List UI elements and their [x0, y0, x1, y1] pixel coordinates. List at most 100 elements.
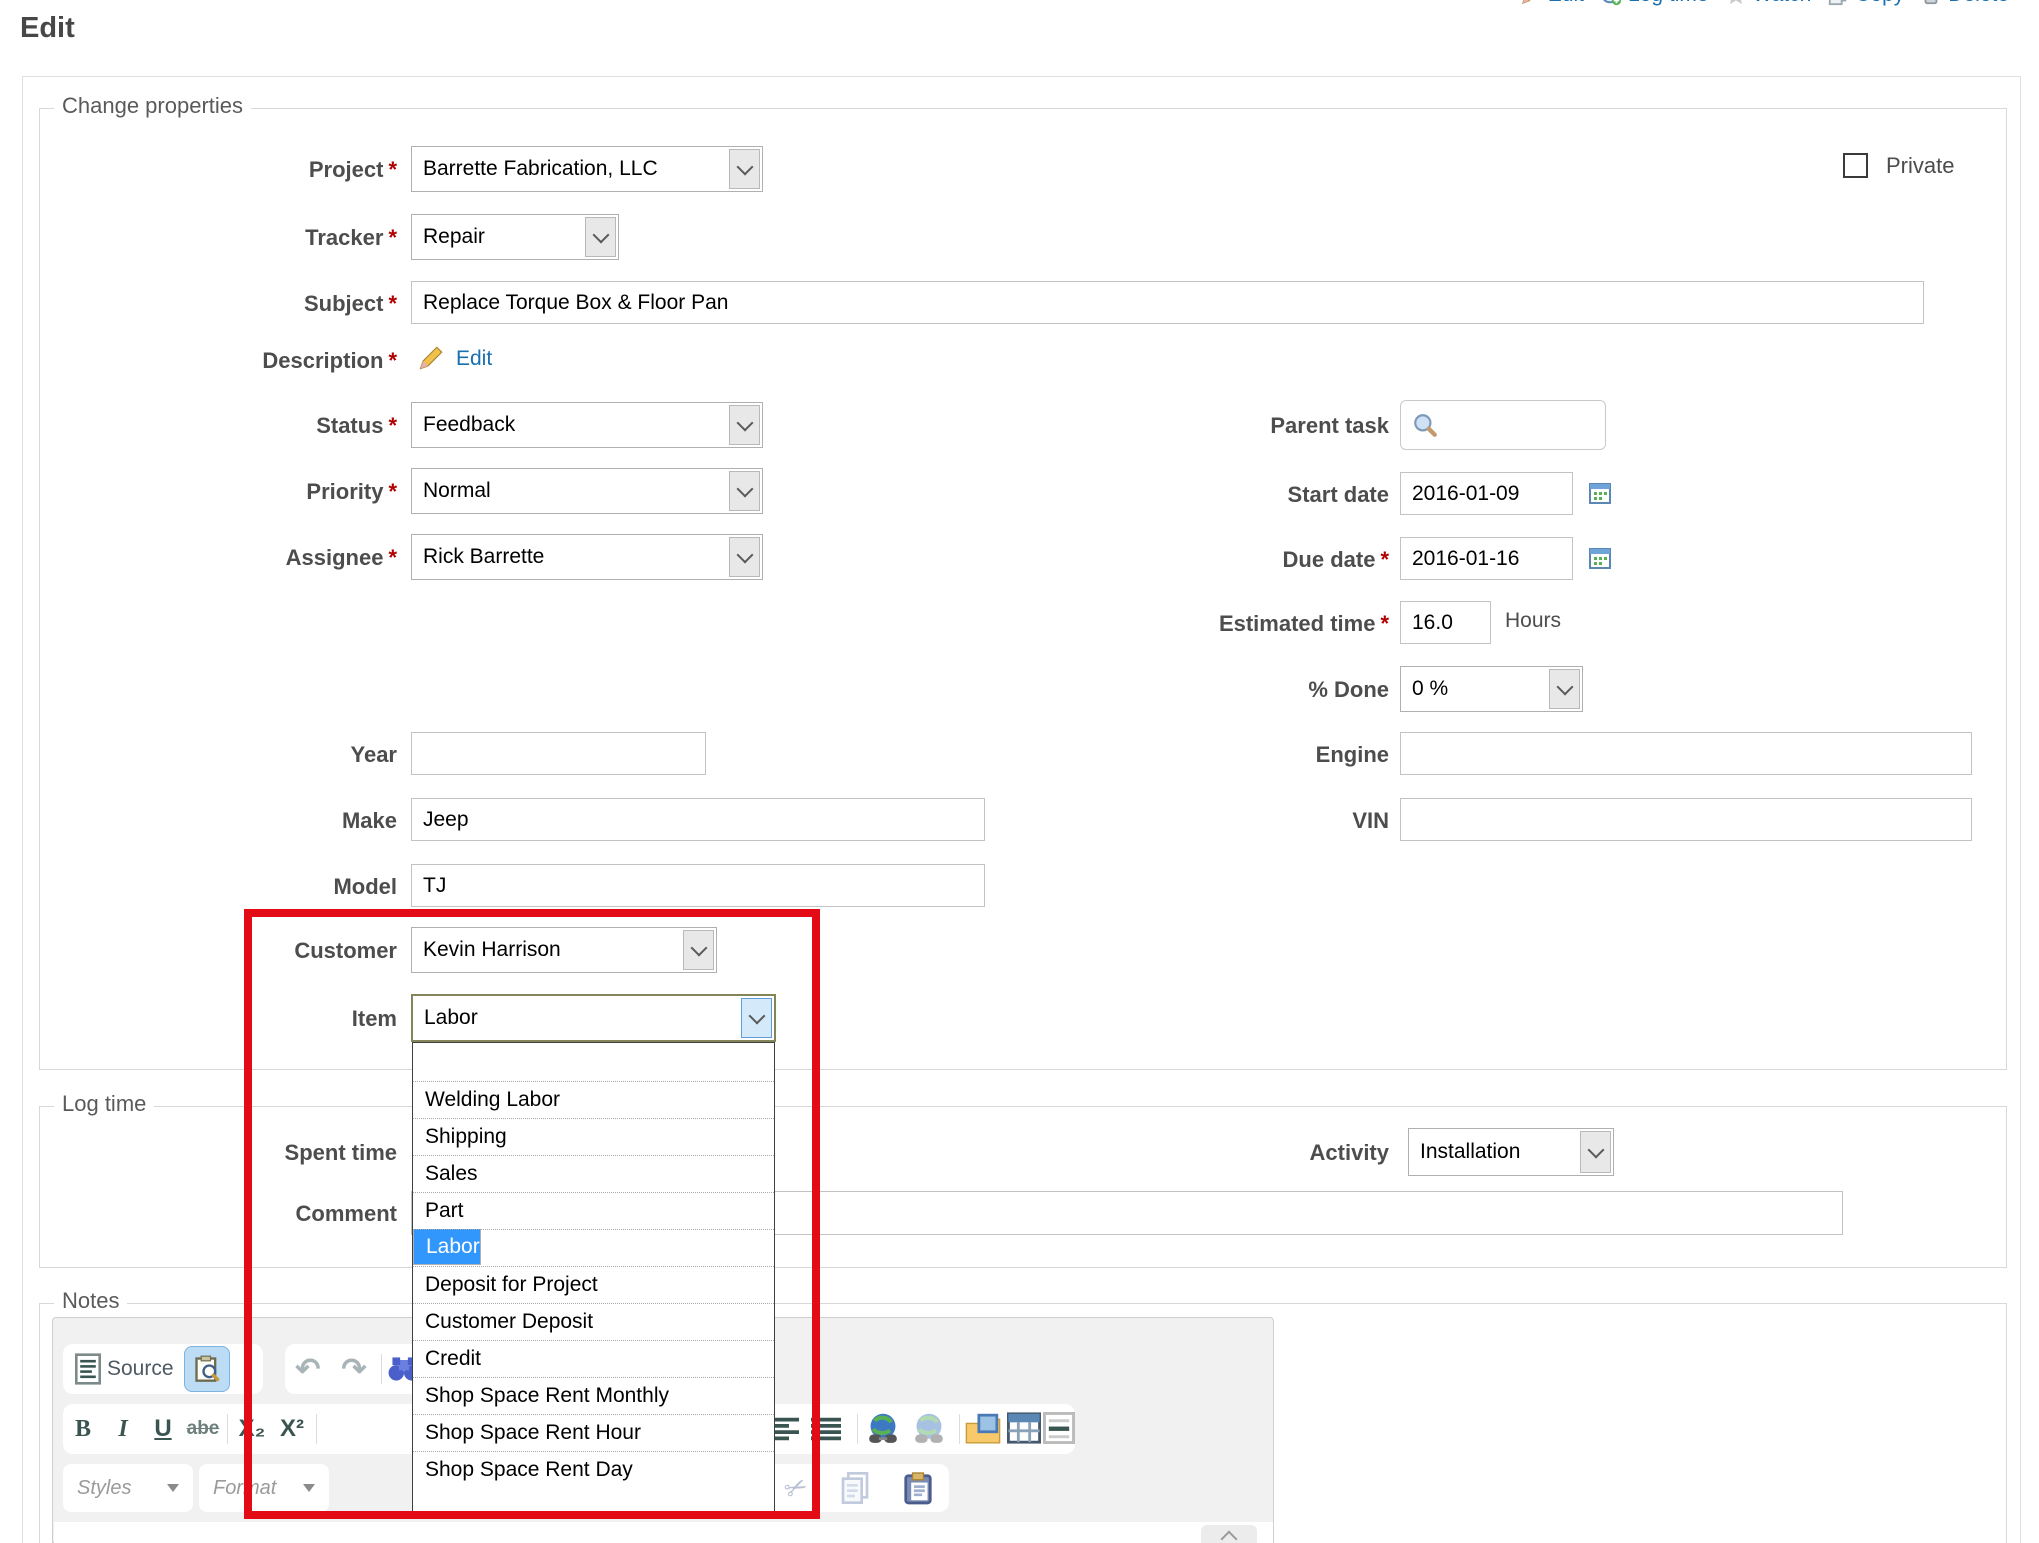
chevron-down-icon [1580, 1131, 1611, 1173]
justify-icon[interactable] [811, 1416, 841, 1442]
watch-link[interactable]: Watch [1725, 0, 1812, 7]
copy-link[interactable]: Copy [1827, 0, 1904, 7]
vin-input[interactable] [1400, 798, 1972, 841]
item-select-value: Labor [424, 1006, 478, 1030]
search-icon [1412, 412, 1438, 438]
assignee-label: Assignee* [17, 542, 397, 574]
item-dropdown-option[interactable]: Sales [413, 1155, 774, 1192]
due-date-input[interactable]: 2016-01-16 [1400, 537, 1573, 580]
copy-doc-icon[interactable] [840, 1472, 870, 1504]
superscript-button[interactable]: X² [272, 1409, 312, 1449]
percent-done-label: % Done [989, 674, 1389, 706]
toolbar-collapse-button[interactable] [1201, 1525, 1257, 1543]
underline-button[interactable]: U [143, 1409, 183, 1449]
percent-done-select[interactable]: 0 % [1400, 666, 1583, 712]
chevron-down-icon [683, 930, 714, 970]
private-label: Private [1886, 150, 2039, 182]
redo-button[interactable]: ↷ [331, 1352, 377, 1387]
source-button[interactable]: Source [107, 1357, 174, 1381]
link-icon[interactable] [865, 1412, 901, 1446]
toolbar-separator [227, 1414, 228, 1444]
edit-link[interactable]: Edit [1520, 0, 1584, 7]
estimated-time-input[interactable]: 16.0 [1400, 601, 1491, 644]
toolbar-separator [959, 1414, 960, 1444]
estimated-time-value: 16.0 [1412, 611, 1453, 635]
model-input-value: TJ [423, 874, 446, 898]
cut-button[interactable]: ✂ [780, 1469, 814, 1507]
format-dropdown[interactable]: Format [199, 1464, 329, 1512]
description-label: Description* [17, 345, 397, 377]
item-dropdown-option[interactable]: Welding Labor [413, 1081, 774, 1118]
tracker-label: Tracker* [17, 222, 397, 254]
item-dropdown-option[interactable]: Shop Space Rent Hour [413, 1414, 774, 1451]
toolbar-separator [381, 1354, 382, 1384]
status-label: Status* [17, 410, 397, 442]
item-dropdown-option[interactable]: Customer Deposit [413, 1303, 774, 1340]
project-label: Project* [17, 154, 397, 186]
customer-label: Customer [17, 935, 397, 967]
item-select[interactable]: Labor [411, 994, 776, 1042]
item-dropdown-option[interactable]: Labor [413, 1229, 481, 1265]
item-dropdown-option[interactable]: Part [413, 1192, 774, 1229]
strikethrough-button[interactable]: abe [183, 1409, 223, 1449]
item-dropdown-option[interactable]: Shop Space Rent Monthly [413, 1377, 774, 1414]
item-dropdown-option[interactable]: Shop Space Rent Day [413, 1451, 774, 1488]
due-date-value: 2016-01-16 [1412, 547, 1519, 571]
assignee-select[interactable]: Rick Barrette [411, 534, 763, 580]
project-select[interactable]: Barrette Fabrication, LLC [411, 146, 763, 192]
log-time-link[interactable]: Log time [1600, 0, 1709, 7]
undo-button[interactable]: ↶ [285, 1352, 331, 1387]
bold-button[interactable]: B [63, 1409, 103, 1449]
engine-input[interactable] [1400, 732, 1972, 775]
pencil-icon [417, 344, 445, 372]
estimated-time-label: Estimated time* [989, 608, 1389, 640]
tracker-select[interactable]: Repair [411, 214, 619, 260]
private-checkbox[interactable] [1843, 153, 1868, 178]
activity-select[interactable]: Installation [1408, 1128, 1614, 1176]
issue-toolbar: Edit Log time Watch Copy Delete [1520, 0, 2009, 7]
toolbar-separator [316, 1414, 317, 1444]
make-input-value: Jeep [423, 808, 469, 832]
clock-plus-icon [1600, 0, 1622, 6]
customer-select[interactable]: Kevin Harrison [411, 927, 717, 973]
make-input[interactable]: Jeep [411, 798, 985, 841]
chevron-down-icon [729, 537, 760, 577]
horizontal-rule-icon[interactable] [1043, 1412, 1075, 1444]
source-document-icon [75, 1353, 101, 1385]
calendar-icon[interactable] [1588, 546, 1612, 570]
vin-label: VIN [989, 805, 1389, 837]
unlink-icon[interactable] [911, 1412, 947, 1446]
italic-button[interactable]: I [103, 1409, 143, 1449]
styles-dropdown[interactable]: Styles [63, 1464, 193, 1512]
editor-content-area[interactable] [54, 1522, 1273, 1543]
subject-input[interactable]: Replace Torque Box & Floor Pan [411, 281, 1924, 324]
item-dropdown-option[interactable]: Credit [413, 1340, 774, 1377]
item-dropdown-option[interactable]: Deposit for Project [413, 1266, 774, 1303]
chevron-down-icon [729, 405, 760, 445]
parent-task-input[interactable] [1400, 400, 1606, 450]
chevron-down-icon [167, 1484, 179, 1492]
start-date-input[interactable]: 2016-01-09 [1400, 472, 1573, 515]
project-select-value: Barrette Fabrication, LLC [423, 157, 658, 181]
page-title: Edit [20, 12, 75, 45]
year-input[interactable] [411, 732, 706, 775]
delete-link[interactable]: Delete [1920, 0, 2009, 7]
table-icon[interactable] [1007, 1412, 1041, 1444]
trash-icon [1920, 0, 1942, 6]
priority-select[interactable]: Normal [411, 468, 763, 514]
priority-label: Priority* [17, 476, 397, 508]
status-select[interactable]: Feedback [411, 402, 763, 448]
image-icon[interactable] [965, 1412, 1001, 1446]
item-dropdown: Welding LaborShippingSalesPartLaborHours… [412, 1042, 775, 1514]
model-input[interactable]: TJ [411, 864, 985, 907]
description-edit-link[interactable]: Edit [456, 347, 492, 371]
start-date-value: 2016-01-09 [1412, 482, 1519, 506]
subscript-button[interactable]: X₂ [232, 1409, 272, 1449]
item-dropdown-option[interactable] [413, 1043, 774, 1081]
paste-clipboard-icon[interactable] [903, 1471, 933, 1505]
calendar-icon[interactable] [1588, 481, 1612, 505]
subject-label: Subject* [17, 288, 397, 320]
preview-button[interactable] [184, 1346, 230, 1392]
notes-legend: Notes [54, 1288, 127, 1314]
item-dropdown-option[interactable]: Shipping [413, 1118, 774, 1155]
